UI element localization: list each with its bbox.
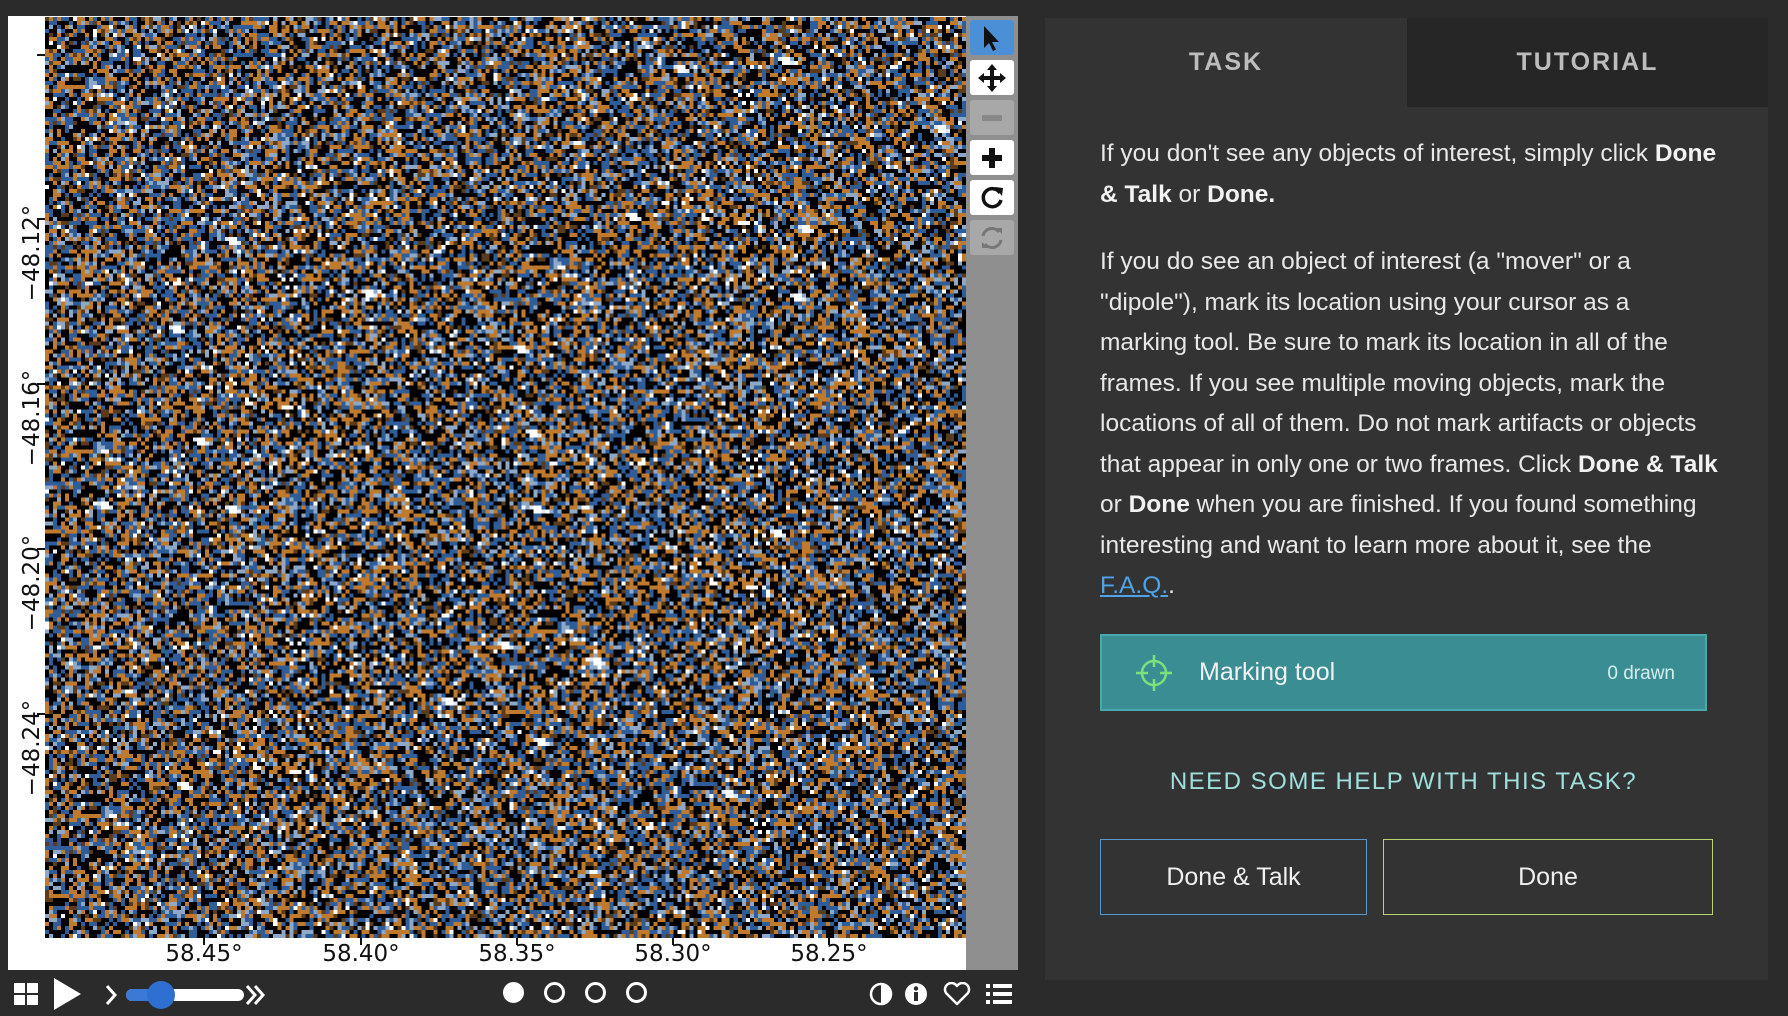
instruction-paragraph: If you do see an object of interest (a "… [1100, 242, 1720, 607]
contrast-button[interactable] [868, 981, 894, 1007]
x-tick-label: 58.45° [165, 941, 243, 967]
reset-view-button[interactable] [970, 220, 1014, 255]
step-forward-button[interactable] [102, 982, 120, 1008]
y-axis-tick [37, 54, 45, 56]
faq-link[interactable]: F.A.Q. [1100, 572, 1168, 599]
x-tick-label: 58.30° [634, 941, 712, 967]
zoom-in-icon [982, 147, 1002, 168]
rotate-button[interactable] [970, 180, 1014, 215]
info-icon [905, 983, 927, 1005]
frame-3-dot[interactable] [585, 982, 606, 1003]
task-instructions: If you don't see any objects of interest… [1100, 134, 1720, 634]
move-icon [978, 63, 1006, 92]
collections-button[interactable] [984, 981, 1014, 1007]
frame-2-dot[interactable] [544, 982, 565, 1003]
instruction-text: . [1168, 572, 1175, 599]
pointer-icon [984, 25, 999, 51]
contrast-icon [869, 982, 893, 1006]
instruction-emphasis: Done. [1207, 180, 1276, 208]
x-tick-label: 58.35° [478, 941, 556, 967]
heart-icon [943, 982, 971, 1006]
panel-tabs: TASK TUTORIAL [1045, 18, 1768, 107]
subject-viewer[interactable]: −48.12° −48.16° −48.20° −48.24° 58.45° 5… [8, 16, 966, 970]
instruction-emphasis: Done & Talk [1577, 450, 1718, 478]
instruction-paragraph: If you don't see any objects of interest… [1100, 134, 1720, 215]
marking-tool-button[interactable]: Marking tool 0 drawn [1100, 634, 1707, 711]
frame-controls [0, 972, 1020, 1016]
info-button[interactable] [903, 981, 929, 1007]
crosshair-icon [1136, 655, 1172, 691]
fast-forward-button[interactable] [244, 982, 268, 1008]
done-and-talk-button[interactable]: Done & Talk [1100, 839, 1367, 915]
pointer-tool-button[interactable] [970, 20, 1014, 55]
grid-icon [14, 983, 38, 1005]
playback-speed-slider[interactable] [126, 981, 244, 1009]
grid-view-button[interactable] [12, 980, 40, 1008]
instruction-text: If you do see an object of interest (a "… [1100, 248, 1697, 478]
rotate-icon [981, 186, 1003, 208]
instruction-emphasis: Done [1128, 491, 1190, 518]
marking-tool-label: Marking tool [1199, 658, 1336, 686]
x-tick-label: 58.40° [322, 941, 400, 967]
instruction-text: or [1100, 491, 1129, 518]
zoom-out-button[interactable] [970, 100, 1014, 135]
instruction-text: or [1171, 180, 1208, 208]
move-tool-button[interactable] [970, 60, 1014, 95]
marking-tool-count: 0 drawn [1607, 663, 1675, 684]
list-icon [986, 984, 1012, 1004]
play-button[interactable] [50, 976, 84, 1012]
task-panel: TASK TUTORIAL If you don't see any objec… [1045, 18, 1768, 980]
fast-forward-icon [245, 985, 266, 1005]
image-toolbar [966, 16, 1018, 970]
frame-4-dot[interactable] [626, 982, 647, 1003]
tab-task[interactable]: TASK [1045, 18, 1407, 107]
frame-1-dot[interactable] [503, 982, 524, 1003]
play-icon [54, 978, 81, 1010]
zoom-out-icon [982, 114, 1002, 121]
done-button[interactable]: Done [1383, 839, 1713, 915]
reset-icon [981, 226, 1003, 249]
favorite-button[interactable] [942, 981, 972, 1007]
slider-thumb[interactable] [147, 981, 176, 1009]
instruction-text: when you are finished. If you found some… [1100, 491, 1697, 559]
sky-image[interactable] [45, 17, 966, 938]
tab-tutorial[interactable]: TUTORIAL [1407, 18, 1768, 107]
zoom-in-button[interactable] [970, 140, 1014, 175]
help-link[interactable]: NEED SOME HELP WITH THIS TASK? [1100, 768, 1707, 796]
instruction-text: If you don't see any objects of interest… [1100, 140, 1655, 167]
x-tick-label: 58.25° [790, 941, 868, 967]
step-forward-icon [105, 985, 118, 1005]
